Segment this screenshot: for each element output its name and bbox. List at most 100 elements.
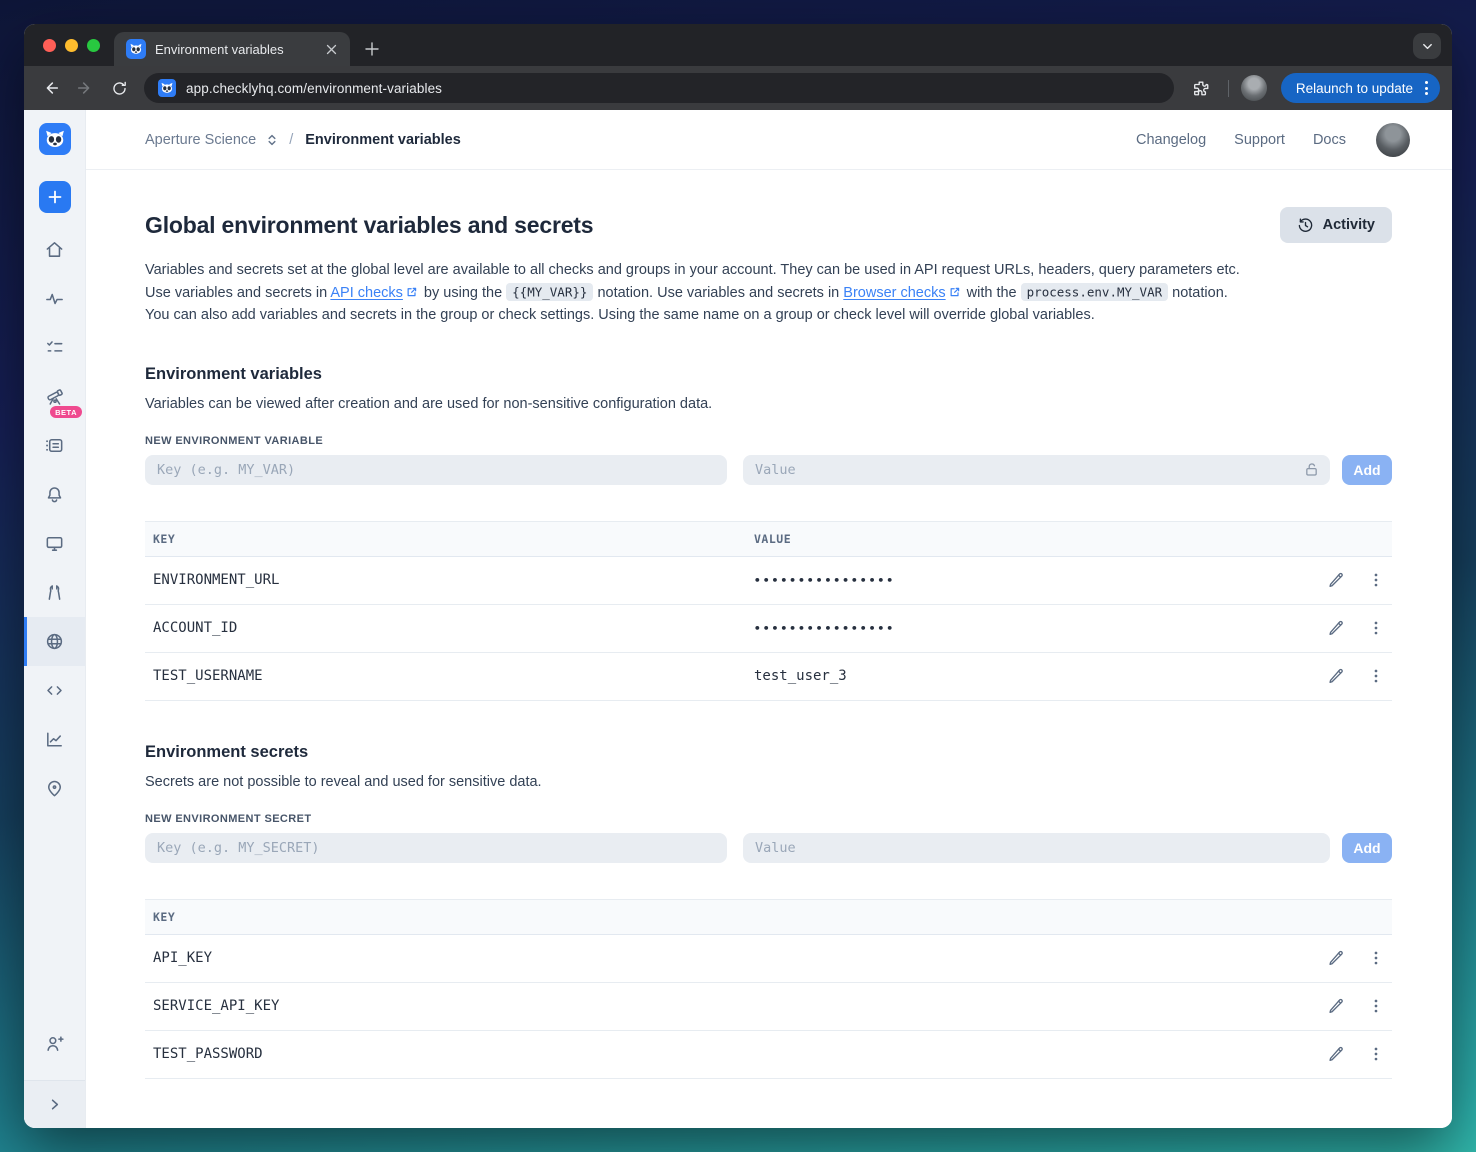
- close-window-button[interactable]: [43, 38, 56, 52]
- create-new-button[interactable]: [38, 181, 71, 213]
- row-menu-icon[interactable]: [1364, 568, 1388, 592]
- variable-value-masked: ••••••••••••••••: [754, 621, 896, 635]
- url-text: app.checklyhq.com/environment-variables: [186, 80, 443, 96]
- add-secret-button[interactable]: Add: [1342, 832, 1392, 863]
- lock-open-icon[interactable]: [1303, 461, 1320, 483]
- telescope-icon: [46, 388, 63, 405]
- breadcrumb-page: Environment variables: [305, 131, 461, 148]
- new-variable-label: NEW ENVIRONMENT VARIABLE: [145, 434, 324, 447]
- row-menu-icon[interactable]: [1364, 994, 1388, 1018]
- sidebar-item-runners[interactable]: [24, 421, 85, 470]
- desktop-background: Environment variables app.checklyhq.com/…: [0, 0, 1476, 1152]
- history-clock-icon: [1298, 217, 1312, 232]
- variable-value-input[interactable]: [743, 454, 1330, 485]
- collapse-chevron-icon: [51, 1099, 59, 1110]
- sidebar-item-alerts[interactable]: [24, 470, 85, 519]
- sidebar-item-code[interactable]: [24, 666, 85, 715]
- browser-tab[interactable]: Environment variables: [114, 32, 350, 66]
- secret-key-input[interactable]: [145, 832, 727, 863]
- header-links: Changelog Support Docs: [1136, 132, 1346, 148]
- sidebar-item-telescope-beta[interactable]: BETA: [24, 372, 85, 421]
- row-menu-icon[interactable]: [1364, 664, 1388, 688]
- code-chip-process-env: process.env.MY_VAR: [1020, 283, 1169, 302]
- new-tab-button[interactable]: [358, 35, 386, 63]
- variable-value-masked: ••••••••••••••••: [754, 573, 896, 587]
- table-row: ENVIRONMENT_URL ••••••••••••••••: [145, 557, 1392, 605]
- add-variable-button[interactable]: Add: [1342, 454, 1392, 485]
- sidebar-item-locations[interactable]: [24, 764, 85, 813]
- sidebar-item-environments[interactable]: [24, 617, 85, 666]
- beta-badge: BETA: [50, 406, 82, 418]
- sidebar-item-invite-user[interactable]: [44, 1019, 65, 1068]
- browser-profile-avatar[interactable]: [1240, 75, 1267, 101]
- back-button[interactable]: [36, 73, 66, 103]
- minimize-window-button[interactable]: [65, 38, 78, 52]
- variables-section-description: Variables can be viewed after creation a…: [145, 395, 713, 412]
- new-secret-form: Add: [145, 832, 1392, 863]
- address-bar[interactable]: app.checklyhq.com/environment-variables: [144, 73, 1174, 103]
- table-row: TEST_USERNAME test_user_3: [145, 653, 1392, 701]
- maintenance-icon: [48, 585, 61, 600]
- sidebar-item-checks[interactable]: [24, 323, 85, 372]
- breadcrumb-account[interactable]: Aperture Science: [145, 132, 256, 148]
- row-menu-icon[interactable]: [1364, 1042, 1388, 1066]
- tab-strip: Environment variables: [24, 24, 1452, 66]
- sidebar-item-analytics[interactable]: [24, 715, 85, 764]
- edit-pencil-icon[interactable]: [1324, 994, 1348, 1018]
- sidebar-item-home[interactable]: [24, 225, 85, 274]
- edit-pencil-icon[interactable]: [1324, 664, 1348, 688]
- secret-value-input[interactable]: [743, 832, 1330, 863]
- api-checks-link[interactable]: API checks: [330, 285, 403, 301]
- edit-pencil-icon[interactable]: [1324, 568, 1348, 592]
- variable-value: test_user_3: [754, 668, 847, 685]
- checkly-favicon-icon: [126, 39, 146, 59]
- sidebar-item-monitoring[interactable]: [24, 274, 85, 323]
- reload-button[interactable]: [104, 73, 134, 103]
- zoom-window-button[interactable]: [87, 38, 100, 52]
- page-content: Global environment variables and secrets…: [86, 170, 1452, 1128]
- forward-button[interactable]: [70, 73, 100, 103]
- location-pin-icon: [48, 780, 61, 797]
- secrets-table-header: KEY: [145, 898, 1392, 935]
- secrets-section-heading: Environment secrets: [145, 742, 309, 761]
- sidebar-item-dashboards[interactable]: [24, 519, 85, 568]
- account-switcher-icon[interactable]: [265, 133, 279, 147]
- runner-log-icon: [46, 439, 63, 452]
- sidebar-collapse-toggle[interactable]: [24, 1080, 85, 1128]
- new-secret-label: NEW ENVIRONMENT SECRET: [145, 812, 312, 825]
- chart-icon: [47, 732, 62, 747]
- monitor-icon: [46, 537, 63, 551]
- activity-button[interactable]: Activity: [1279, 207, 1392, 243]
- user-avatar[interactable]: [1376, 122, 1410, 157]
- edit-pencil-icon[interactable]: [1324, 1042, 1348, 1066]
- app-main: Aperture Science / Environment variables…: [86, 110, 1452, 1128]
- relaunch-label: Relaunch to update: [1295, 80, 1413, 96]
- secret-key: SERVICE_API_KEY: [153, 998, 280, 1015]
- variable-key-input[interactable]: [145, 454, 727, 485]
- edit-pencil-icon[interactable]: [1324, 616, 1348, 640]
- row-menu-icon[interactable]: [1364, 946, 1388, 970]
- tab-search-button[interactable]: [1413, 33, 1441, 59]
- row-menu-icon[interactable]: [1364, 616, 1388, 640]
- changelog-link[interactable]: Changelog: [1136, 132, 1206, 148]
- browser-checks-link[interactable]: Browser checks: [843, 285, 945, 301]
- edit-pencil-icon[interactable]: [1324, 946, 1348, 970]
- code-icon: [47, 686, 62, 695]
- support-link[interactable]: Support: [1234, 132, 1285, 148]
- sidebar-item-maintenance[interactable]: [24, 568, 85, 617]
- variable-key: TEST_USERNAME: [153, 668, 263, 685]
- table-row: ACCOUNT_ID ••••••••••••••••: [145, 605, 1392, 653]
- pulse-icon: [46, 293, 63, 305]
- table-row: TEST_PASSWORD: [145, 1031, 1392, 1079]
- checkly-logo-icon[interactable]: [38, 123, 71, 155]
- secrets-table: KEY API_KEY SERVICE_API_KEY TEST_PASSWOR…: [145, 898, 1392, 1079]
- docs-link[interactable]: Docs: [1313, 132, 1346, 148]
- browser-menu-icon[interactable]: [1421, 81, 1432, 95]
- relaunch-to-update-button[interactable]: Relaunch to update: [1280, 73, 1440, 103]
- app-sidebar: BETA: [24, 110, 86, 1128]
- table-row: API_KEY: [145, 935, 1392, 983]
- tab-close-icon[interactable]: [322, 40, 340, 58]
- extensions-puzzle-icon[interactable]: [1186, 73, 1216, 103]
- table-row: SERVICE_API_KEY: [145, 983, 1392, 1031]
- url-favicon-icon: [158, 79, 176, 97]
